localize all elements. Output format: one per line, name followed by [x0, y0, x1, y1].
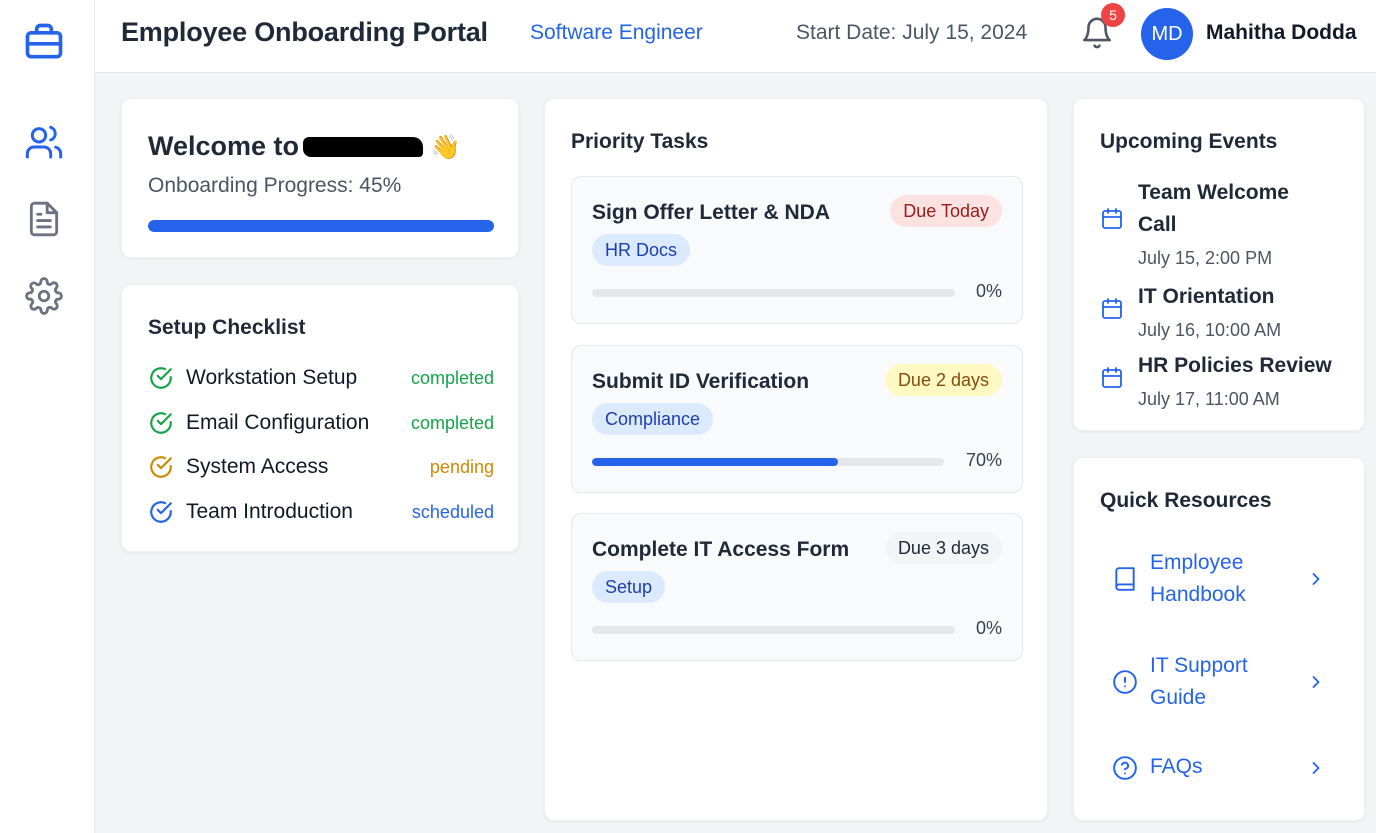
setup-checklist-card: Setup Checklist Workstation Setup complet…	[121, 284, 519, 552]
checklist-status: completed	[410, 367, 494, 388]
checklist-label: Team Introduction	[186, 500, 353, 523]
wave-emoji: 👋	[430, 134, 461, 161]
check-circle-icon	[148, 499, 174, 525]
document-icon[interactable]	[22, 197, 66, 241]
category-tag: Setup	[592, 571, 666, 603]
checklist-label: Email Configuration	[186, 411, 370, 434]
checklist-status: scheduled	[411, 501, 494, 522]
checklist-item: System Access pending	[148, 452, 494, 482]
event-title: HR Policies Review	[1138, 354, 1332, 377]
event-date: July 17, 11:00 AM	[1138, 389, 1280, 409]
onboarding-progress-bar	[148, 220, 494, 232]
task-card[interactable]: Complete IT Access Form Due 3 days Setup 0%	[571, 513, 1023, 661]
task-progress-label: 0%	[975, 281, 1002, 301]
event-title: Team Welcome Call	[1138, 181, 1289, 236]
check-circle-icon	[148, 365, 174, 391]
briefcase-icon[interactable]	[22, 20, 66, 64]
resources-heading: Quick Resources	[1100, 489, 1272, 512]
due-badge: Due 2 days	[884, 364, 1002, 396]
avatar[interactable]: MD	[1141, 8, 1193, 60]
onboarding-progress-fill	[148, 220, 494, 232]
event-date: July 16, 10:00 AM	[1138, 320, 1282, 340]
category-tag: Compliance	[592, 403, 714, 435]
welcome-card: Welcome to 👋 Onboarding Progress: 45%	[121, 98, 519, 258]
user-name[interactable]: Mahitha Dodda	[1206, 21, 1357, 45]
quick-resources-card: Quick Resources Employee Handbook IT Supp…	[1073, 457, 1365, 821]
welcome-title: Welcome to 👋	[148, 131, 460, 162]
upcoming-events-card: Upcoming Events Team Welcome Call July 15…	[1073, 98, 1365, 431]
check-circle-icon	[148, 410, 174, 436]
welcome-text: Welcome to	[148, 131, 300, 161]
sidebar	[0, 0, 95, 833]
app-title: Employee Onboarding Portal	[121, 17, 488, 47]
checklist-item: Email Configuration completed	[148, 408, 494, 438]
help-circle-icon	[1112, 755, 1138, 781]
checklist-item: Team Introduction scheduled	[148, 497, 494, 527]
events-heading: Upcoming Events	[1100, 130, 1278, 153]
role-label: Software Engineer	[530, 21, 703, 44]
checklist-status: pending	[429, 456, 494, 477]
users-icon[interactable]	[22, 120, 66, 164]
calendar-icon	[1100, 207, 1124, 231]
start-date: Start Date: July 15, 2024	[796, 21, 1028, 44]
onboarding-progress-label: Onboarding Progress: 45%	[148, 174, 402, 197]
task-progress-bar	[592, 626, 955, 634]
priority-tasks-card: Priority Tasks Sign Offer Letter & NDA Du…	[544, 98, 1048, 821]
calendar-icon	[1100, 297, 1124, 321]
checklist-item: Workstation Setup completed	[148, 363, 494, 393]
task-card[interactable]: Submit ID Verification Due 2 days Complian…	[571, 345, 1023, 493]
task-title: Complete IT Access Form	[592, 538, 850, 561]
check-circle-icon	[148, 454, 174, 480]
task-progress-bar	[592, 458, 944, 466]
task-progress-fill	[592, 458, 839, 466]
chevron-right-icon	[1306, 672, 1326, 692]
book-icon	[1112, 566, 1138, 592]
event-date: July 15, 2:00 PM	[1138, 248, 1273, 268]
calendar-icon	[1100, 366, 1124, 390]
checklist-label: System Access	[186, 455, 329, 478]
task-progress-bar	[592, 289, 955, 297]
task-title: Submit ID Verification	[592, 370, 810, 393]
task-title: Sign Offer Letter & NDA	[592, 201, 831, 224]
due-badge: Due 3 days	[884, 532, 1002, 564]
checklist-heading: Setup Checklist	[148, 316, 306, 339]
event-title: IT Orientation	[1138, 285, 1275, 308]
notification-badge: 5	[1101, 3, 1125, 27]
due-badge: Due Today	[890, 195, 1002, 227]
checklist-status: completed	[410, 412, 494, 433]
resource-label: IT Support Guide	[1150, 654, 1248, 709]
chevron-right-icon	[1306, 569, 1326, 589]
top-header: Employee Onboarding Portal Software Engi…	[95, 0, 1376, 73]
checklist-label: Workstation Setup	[186, 366, 358, 389]
tasks-heading: Priority Tasks	[571, 130, 709, 153]
task-progress-label: 70%	[965, 450, 1002, 470]
resource-label: FAQs	[1150, 755, 1203, 778]
gear-icon[interactable]	[22, 274, 66, 318]
resource-label: Employee Handbook	[1150, 551, 1246, 606]
category-tag: HR Docs	[592, 234, 691, 266]
alert-circle-icon	[1112, 669, 1138, 695]
redacted-company-name	[303, 137, 424, 157]
task-progress-label: 0%	[975, 618, 1002, 638]
chevron-right-icon	[1306, 758, 1326, 778]
task-card[interactable]: Sign Offer Letter & NDA Due Today HR Docs 0…	[571, 176, 1023, 324]
